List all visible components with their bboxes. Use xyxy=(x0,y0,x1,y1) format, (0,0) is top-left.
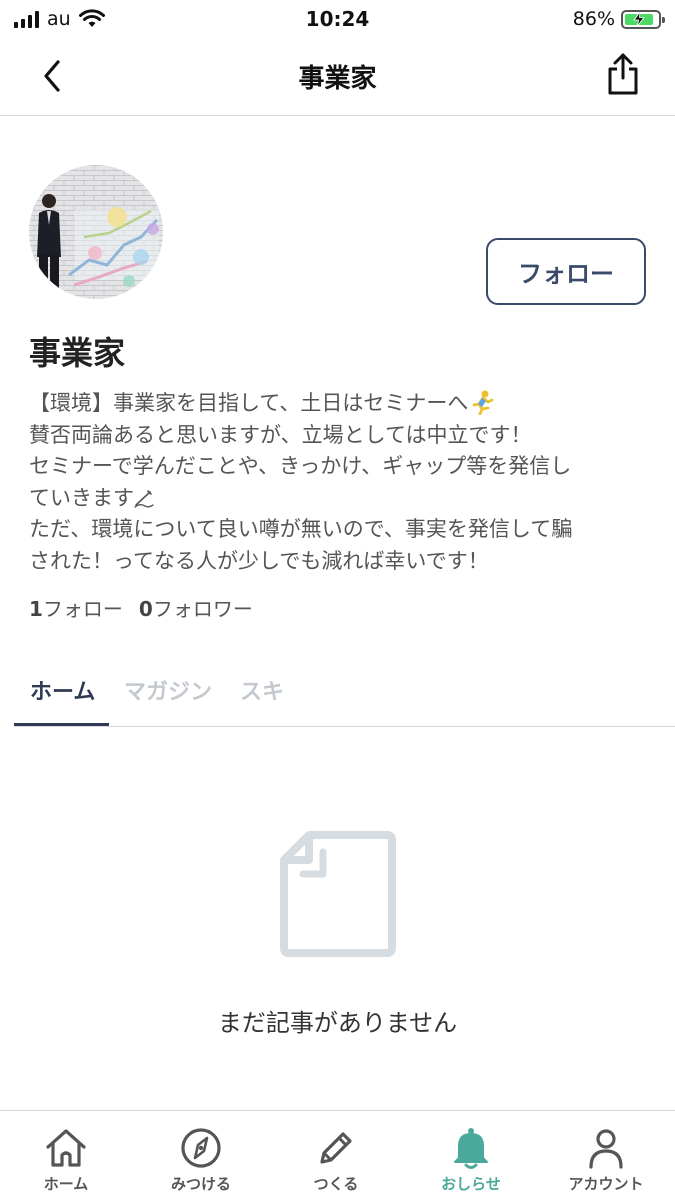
pencil-icon xyxy=(320,1132,352,1164)
nav-bar: 事業家 xyxy=(0,38,675,116)
battery-tip xyxy=(662,16,665,23)
follower-count: 0 xyxy=(138,597,153,621)
tabbar-item-create[interactable]: つくる xyxy=(276,1125,396,1194)
avatar-image xyxy=(29,165,163,299)
bio-line: 賛否両論あると思いますが、立場としては中立です！ xyxy=(29,422,532,447)
tabbar-label: ホーム xyxy=(43,1175,89,1193)
runner-emoji-icon xyxy=(468,389,495,415)
tabbar-item-discover[interactable]: みつける xyxy=(141,1125,261,1194)
profile-name: 事業家 xyxy=(29,334,126,372)
tabs-divider xyxy=(14,726,675,727)
profile-bio: 【環境】事業家を目指して、土日はセミナーへ 賛否両論あると思いますが、立場として… xyxy=(29,388,654,577)
share-icon[interactable] xyxy=(605,52,641,96)
battery-icon xyxy=(621,9,665,29)
tabbar-label: みつける xyxy=(170,1175,231,1193)
follow-count: 1 xyxy=(29,597,43,621)
tab-likes[interactable]: スキ xyxy=(240,674,284,706)
tabbar-label: おしらせ xyxy=(441,1175,501,1193)
bottom-tab-bar: ホーム みつける つくる おしらせ アカウント xyxy=(0,1110,675,1200)
tabbar-item-account[interactable]: アカウント xyxy=(546,1125,666,1194)
bio-line: された！ってなる人が少しでも減れば幸いです！ xyxy=(29,548,489,573)
profile-tabs: ホーム マガジン スキ xyxy=(14,660,675,727)
bell-icon xyxy=(454,1128,488,1169)
battery-percent: 86% xyxy=(572,8,615,30)
tab-home[interactable]: ホーム xyxy=(30,674,95,706)
bio-line-text: 【環境】事業家を目指して、土日はセミナーへ xyxy=(29,391,469,415)
bio-line: セミナーで学んだことや、きっかけ、ギャップ等を発信し xyxy=(29,454,572,478)
bio-line: ていきます xyxy=(29,483,654,515)
charging-bolt-icon xyxy=(632,12,645,26)
avatar xyxy=(29,165,163,299)
follow-count-label: フォロー xyxy=(42,597,123,621)
person-icon xyxy=(589,1129,623,1169)
follow-count-link[interactable]: 1フォロー xyxy=(29,593,123,622)
bio-line: 【環境】事業家を目指して、土日はセミナーへ xyxy=(29,388,654,420)
battery-level xyxy=(625,12,653,26)
page-title: 事業家 xyxy=(298,64,377,94)
writing-hand-emoji-icon xyxy=(134,489,154,508)
tabbar-item-notifications[interactable]: おしらせ xyxy=(411,1125,531,1194)
status-bar: au 10:24 86% xyxy=(0,0,675,38)
document-icon xyxy=(280,831,396,957)
follower-count-label: フォロワー xyxy=(152,597,253,621)
empty-state-message: まだ記事がありません xyxy=(217,1009,458,1037)
status-right: 86% xyxy=(572,8,665,30)
tab-magazine[interactable]: マガジン xyxy=(124,674,212,706)
follow-stats: 1フォロー 0フォロワー xyxy=(29,593,253,622)
follow-button[interactable]: フォロー xyxy=(486,238,646,305)
tabbar-label: アカウント xyxy=(568,1175,644,1193)
tabbar-label: つくる xyxy=(313,1175,359,1193)
tabbar-item-home[interactable]: ホーム xyxy=(6,1125,126,1194)
bio-line-text: ていきます xyxy=(29,485,134,510)
follower-count-link[interactable]: 0フォロワー xyxy=(139,593,253,622)
compass-icon xyxy=(181,1128,221,1168)
bio-line: ただ、環境について良い噂が無いので、事実を発信して騙 xyxy=(29,517,573,541)
home-icon xyxy=(46,1129,86,1167)
